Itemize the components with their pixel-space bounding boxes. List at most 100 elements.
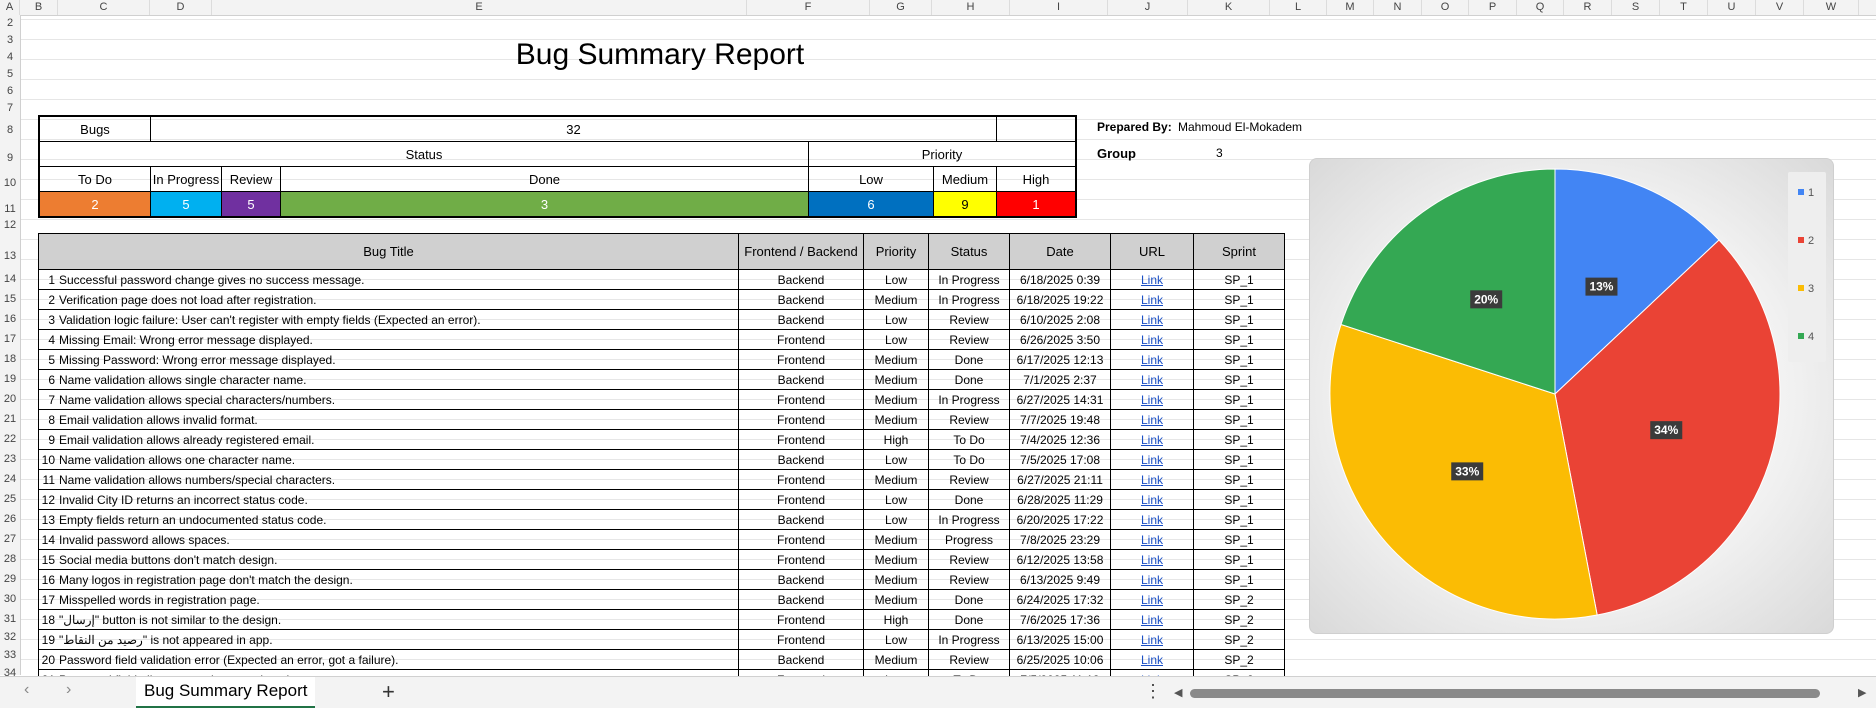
sheet-tab-bug-summary[interactable]: Bug Summary Report <box>136 677 316 708</box>
row-header-29[interactable]: 29 <box>0 573 20 585</box>
bug-url[interactable]: Link <box>1110 529 1194 550</box>
bug-url[interactable]: Link <box>1110 289 1194 310</box>
bug-url[interactable]: Link <box>1110 389 1194 410</box>
bug-url[interactable]: Link <box>1110 449 1194 470</box>
row-header-12[interactable]: 12 <box>0 219 20 231</box>
row-header-15[interactable]: 15 <box>0 293 20 305</box>
bug-url[interactable]: Link <box>1110 349 1194 370</box>
row-header-11[interactable]: 11 <box>0 203 20 215</box>
bug-url[interactable]: Link <box>1110 329 1194 350</box>
bug-link[interactable]: Link <box>1141 373 1163 387</box>
row-header-10[interactable]: 10 <box>0 177 20 189</box>
bug-link[interactable]: Link <box>1141 393 1163 407</box>
column-header-i[interactable]: I <box>1010 0 1108 15</box>
column-header-v[interactable]: V <box>1756 0 1804 15</box>
row-header-19[interactable]: 19 <box>0 373 20 385</box>
bug-url[interactable]: Link <box>1110 629 1194 650</box>
row-header-23[interactable]: 23 <box>0 453 20 465</box>
row-header-28[interactable]: 28 <box>0 553 20 565</box>
bug-link[interactable]: Link <box>1141 513 1163 527</box>
row-header-2[interactable]: 2 <box>0 17 20 29</box>
bug-link[interactable]: Link <box>1141 573 1163 587</box>
column-header-u[interactable]: U <box>1708 0 1756 15</box>
bug-link[interactable]: Link <box>1141 313 1163 327</box>
scroll-right-icon[interactable]: ▶ <box>1858 686 1866 699</box>
bug-link[interactable]: Link <box>1141 353 1163 367</box>
column-header-k[interactable]: K <box>1188 0 1270 15</box>
column-header-b[interactable]: B <box>20 0 58 15</box>
column-header-q[interactable]: Q <box>1517 0 1564 15</box>
row-header-33[interactable]: 33 <box>0 649 20 661</box>
bug-link[interactable]: Link <box>1141 413 1163 427</box>
bug-link[interactable]: Link <box>1141 293 1163 307</box>
column-header-t[interactable]: T <box>1660 0 1708 15</box>
column-header-h[interactable]: H <box>932 0 1010 15</box>
column-header-a[interactable]: A <box>0 0 20 15</box>
column-header-c[interactable]: C <box>58 0 150 15</box>
horizontal-scrollbar[interactable] <box>1190 689 1820 698</box>
row-header-4[interactable]: 4 <box>0 51 20 63</box>
row-header-6[interactable]: 6 <box>0 85 20 97</box>
bug-url[interactable]: Link <box>1110 309 1194 330</box>
row-header-16[interactable]: 16 <box>0 313 20 325</box>
bug-url[interactable]: Link <box>1110 369 1194 390</box>
bug-link[interactable]: Link <box>1141 433 1163 447</box>
row-header-25[interactable]: 25 <box>0 493 20 505</box>
bug-url[interactable]: Link <box>1110 649 1194 670</box>
row-header-17[interactable]: 17 <box>0 333 20 345</box>
add-sheet-button[interactable]: + <box>382 679 395 705</box>
column-header-l[interactable]: L <box>1270 0 1327 15</box>
bug-link[interactable]: Link <box>1141 653 1163 667</box>
row-header-7[interactable]: 7 <box>0 102 20 114</box>
column-header-n[interactable]: N <box>1374 0 1422 15</box>
more-options-icon[interactable]: ⋮ <box>1144 681 1162 702</box>
scroll-left-icon[interactable]: ◀ <box>1174 686 1182 699</box>
row-header-27[interactable]: 27 <box>0 533 20 545</box>
bug-url[interactable]: Link <box>1110 429 1194 450</box>
bug-link[interactable]: Link <box>1141 493 1163 507</box>
row-header-32[interactable]: 32 <box>0 631 20 643</box>
row-header-9[interactable]: 9 <box>0 152 20 164</box>
row-header-21[interactable]: 21 <box>0 413 20 425</box>
row-header-30[interactable]: 30 <box>0 593 20 605</box>
bug-url[interactable]: Link <box>1110 549 1194 570</box>
column-header-e[interactable]: E <box>212 0 747 15</box>
prev-sheet-icon[interactable]: ‹ <box>24 681 29 699</box>
next-sheet-icon[interactable]: › <box>66 681 71 699</box>
bug-url[interactable]: Link <box>1110 469 1194 490</box>
column-header-o[interactable]: O <box>1422 0 1469 15</box>
row-header-8[interactable]: 8 <box>0 124 20 136</box>
bug-link[interactable]: Link <box>1141 593 1163 607</box>
bug-url[interactable]: Link <box>1110 489 1194 510</box>
bug-link[interactable]: Link <box>1141 453 1163 467</box>
bug-url[interactable]: Link <box>1110 609 1194 630</box>
bug-url[interactable]: Link <box>1110 569 1194 590</box>
row-header-26[interactable]: 26 <box>0 513 20 525</box>
column-header-s[interactable]: S <box>1612 0 1660 15</box>
row-header-14[interactable]: 14 <box>0 273 20 285</box>
row-header-13[interactable]: 13 <box>0 250 20 262</box>
row-header-22[interactable]: 22 <box>0 433 20 445</box>
column-header-f[interactable]: F <box>747 0 870 15</box>
column-header-d[interactable]: D <box>150 0 212 15</box>
bug-link[interactable]: Link <box>1141 633 1163 647</box>
row-header-3[interactable]: 3 <box>0 34 20 46</box>
bug-link[interactable]: Link <box>1141 333 1163 347</box>
column-header-r[interactable]: R <box>1564 0 1612 15</box>
column-header-j[interactable]: J <box>1108 0 1188 15</box>
column-header-p[interactable]: P <box>1469 0 1517 15</box>
row-header-18[interactable]: 18 <box>0 353 20 365</box>
bug-link[interactable]: Link <box>1141 533 1163 547</box>
column-header-g[interactable]: G <box>870 0 932 15</box>
row-header-20[interactable]: 20 <box>0 393 20 405</box>
bug-url[interactable]: Link <box>1110 409 1194 430</box>
column-header-m[interactable]: M <box>1327 0 1374 15</box>
row-header-5[interactable]: 5 <box>0 68 20 80</box>
bug-url[interactable]: Link <box>1110 269 1194 290</box>
bug-link[interactable]: Link <box>1141 553 1163 567</box>
bug-url[interactable]: Link <box>1110 509 1194 530</box>
row-header-31[interactable]: 31 <box>0 613 20 625</box>
row-header-24[interactable]: 24 <box>0 473 20 485</box>
pie-chart[interactable]: 13% 34% 33% 20% <box>1309 158 1834 634</box>
column-header-w[interactable]: W <box>1804 0 1859 15</box>
